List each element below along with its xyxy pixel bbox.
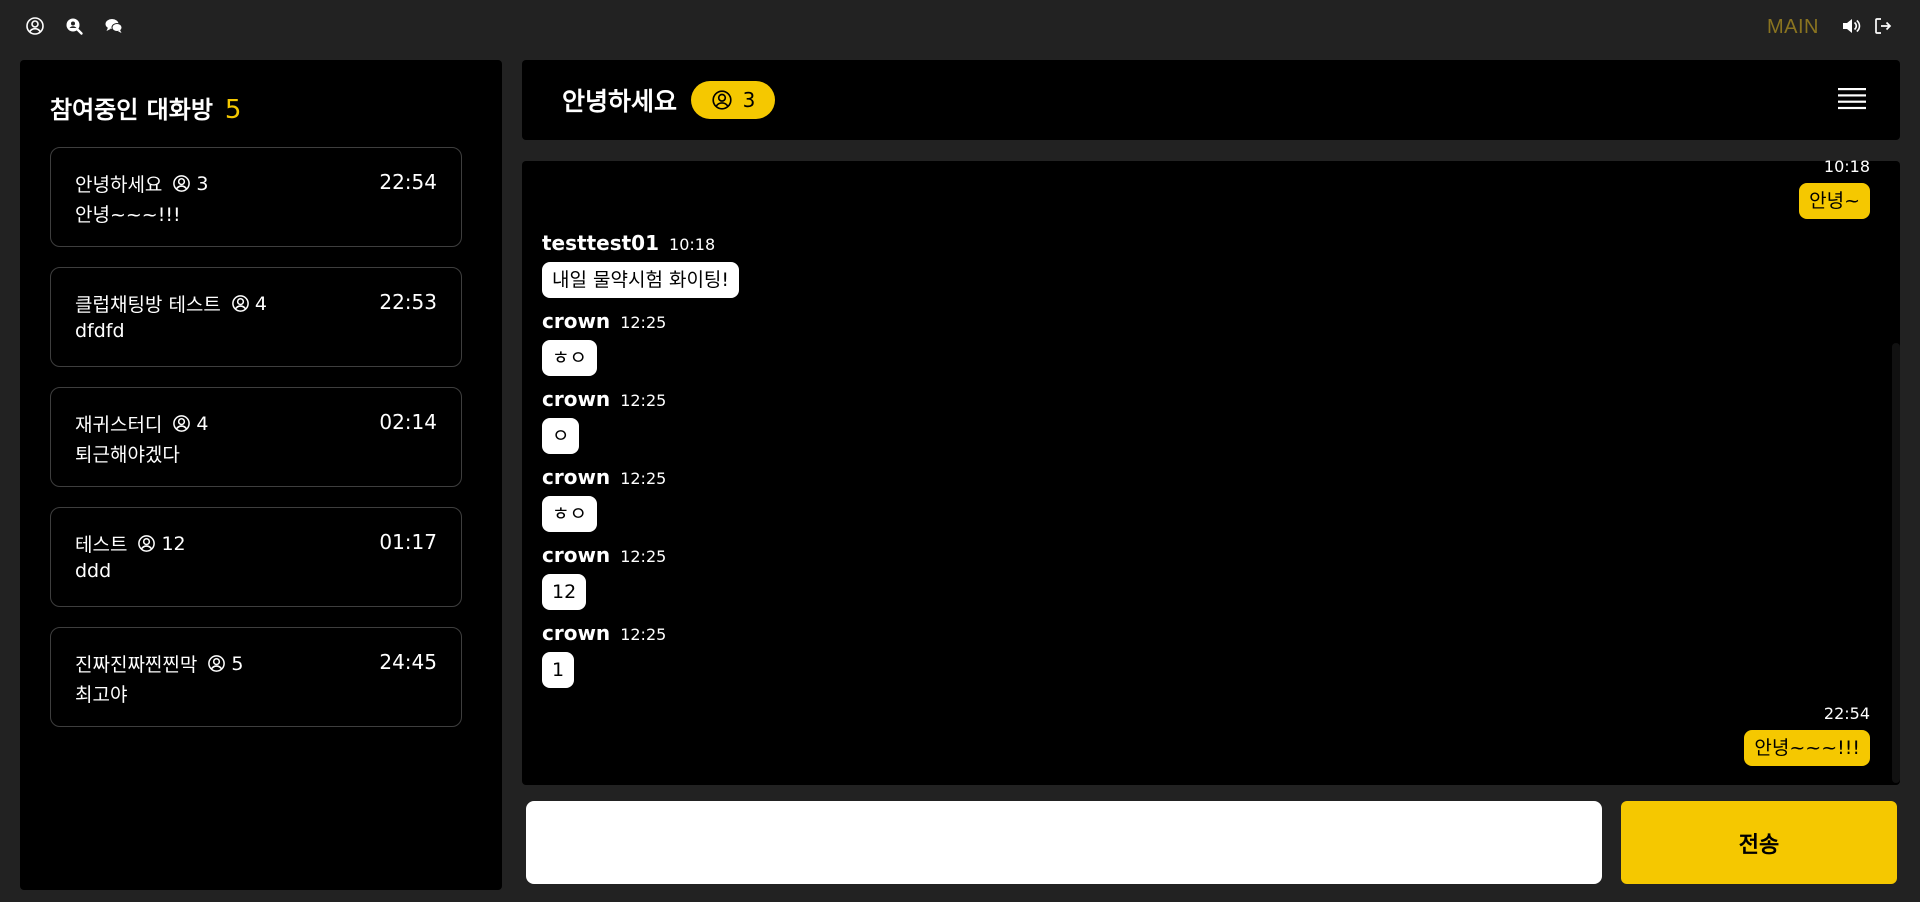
room-name: 테스트 <box>75 534 128 556</box>
user-circle-icon <box>138 535 156 552</box>
room-members: 3 <box>172 172 209 195</box>
message-time: 12:25 <box>620 391 667 410</box>
speaker-icon[interactable] <box>1840 15 1862 37</box>
room-name-row: 재귀스터디 4 <box>75 410 209 437</box>
room-list-panel: 참여중인 대화방 5 안녕하세요 3 22:54 안녕~~~!!! 클럽채팅방 … <box>20 60 502 890</box>
room-name: 진짜진짜찐찐막 <box>75 654 198 676</box>
room-list-heading: 참여중인 대화방 <box>50 96 213 124</box>
user-circle-icon <box>232 295 249 312</box>
message-scrollbar[interactable] <box>1892 343 1900 783</box>
room-item[interactable]: 안녕하세요 3 22:54 안녕~~~!!! <box>50 147 462 247</box>
room-time: 01:17 <box>379 530 437 554</box>
message-time: 22:54 <box>1823 704 1870 723</box>
room-time: 02:14 <box>379 410 437 434</box>
room-time: 22:54 <box>379 170 437 194</box>
main-link[interactable]: MAIN <box>1767 16 1819 39</box>
room-item[interactable]: 클럽채팅방 테스트 4 22:53 dfdfd <box>50 267 462 367</box>
message-meta: crown 12:25 <box>542 309 666 333</box>
room-members: 4 <box>172 412 209 435</box>
message-meta: testtest01 10:18 <box>542 231 715 255</box>
message-list[interactable]: 10:18 안녕~ testtest01 10:18 내일 물약시험 화이팅! … <box>522 157 1900 785</box>
message-time: 12:25 <box>620 313 667 332</box>
room-name-row: 안녕하세요 3 <box>75 170 209 197</box>
room-name: 안녕하세요 <box>75 174 163 196</box>
message-time: 10:18 <box>669 235 716 254</box>
message-bubble: ㅎㅇ <box>542 340 597 376</box>
room-list-title: 참여중인 대화방 5 <box>50 90 241 125</box>
room-members: 12 <box>137 532 186 555</box>
room-name: 클럽채팅방 테스트 <box>75 294 221 316</box>
chat-header: 안녕하세요 3 <box>522 60 1900 140</box>
message-bubble: 12 <box>542 574 587 610</box>
user-circle-icon <box>208 655 226 672</box>
room-time: 22:53 <box>379 290 437 314</box>
message-input[interactable] <box>526 801 1602 884</box>
message-meta: crown 12:25 <box>542 621 666 645</box>
room-name-row: 클럽채팅방 테스트 4 <box>75 290 267 317</box>
message-time: 12:25 <box>620 547 667 566</box>
user-circle-icon <box>173 175 191 192</box>
room-item[interactable]: 재귀스터디 4 02:14 퇴근해야겠다 <box>50 387 462 487</box>
message-meta: crown 12:25 <box>542 387 666 411</box>
room-item[interactable]: 테스트 12 01:17 ddd <box>50 507 462 607</box>
sender-name: crown <box>542 543 611 567</box>
room-last-message: dfdfd <box>75 320 125 342</box>
message-bubble: 1 <box>542 652 575 688</box>
message-bubble: 내일 물약시험 화이팅! <box>542 262 740 298</box>
member-count-badge[interactable]: 3 <box>691 81 775 119</box>
room-name-row: 테스트 12 <box>75 530 186 557</box>
room-last-message: 최고야 <box>75 684 128 706</box>
room-last-message: 안녕~~~!!! <box>75 204 181 226</box>
room-item[interactable]: 진짜진짜찐찐막 5 24:45 최고야 <box>50 627 462 727</box>
logout-icon[interactable] <box>1872 15 1894 37</box>
room-members: 4 <box>231 293 267 315</box>
user-circle-icon <box>173 415 191 432</box>
room-member-count: 3 <box>196 172 209 195</box>
message-time: 12:25 <box>620 469 667 488</box>
room-member-count: 12 <box>161 532 186 555</box>
message-meta: crown 12:25 <box>542 543 666 567</box>
sender-name: crown <box>542 465 611 489</box>
room-name: 재귀스터디 <box>75 414 163 436</box>
message-bubble: ㅎㅇ <box>542 496 597 532</box>
room-last-message: ddd <box>75 560 112 582</box>
room-members: 5 <box>207 653 243 675</box>
message-time: 10:18 <box>1823 157 1870 176</box>
room-last-message: 퇴근해야겠다 <box>75 444 180 466</box>
sender-name: testtest01 <box>542 231 660 255</box>
message-time: 12:25 <box>620 625 667 644</box>
send-button[interactable]: 전송 <box>1621 801 1897 884</box>
search-user-icon[interactable] <box>63 15 85 37</box>
my-message-bubble: 안녕~ <box>1799 183 1870 219</box>
menu-icon[interactable] <box>1838 87 1866 111</box>
room-name-row: 진짜진짜찐찐막 5 <box>75 650 243 677</box>
room-member-count: 4 <box>196 412 209 435</box>
chat-title: 안녕하세요 <box>562 87 678 116</box>
my-message-bubble: 안녕~~~!!! <box>1744 730 1870 766</box>
chat-bubbles-icon[interactable] <box>103 15 125 37</box>
message-bubble: ㅇ <box>542 418 580 454</box>
sender-name: crown <box>542 621 611 645</box>
room-time: 24:45 <box>379 650 437 674</box>
top-bar: MAIN <box>0 0 1920 56</box>
room-member-count: 4 <box>254 292 267 315</box>
sender-name: crown <box>542 309 611 333</box>
sender-name: crown <box>542 387 611 411</box>
member-count: 3 <box>742 88 756 112</box>
user-circle-icon <box>712 90 732 110</box>
user-circle-icon[interactable] <box>24 15 46 37</box>
room-member-count: 5 <box>231 652 244 675</box>
message-meta: crown 12:25 <box>542 465 666 489</box>
room-count: 5 <box>224 95 242 125</box>
